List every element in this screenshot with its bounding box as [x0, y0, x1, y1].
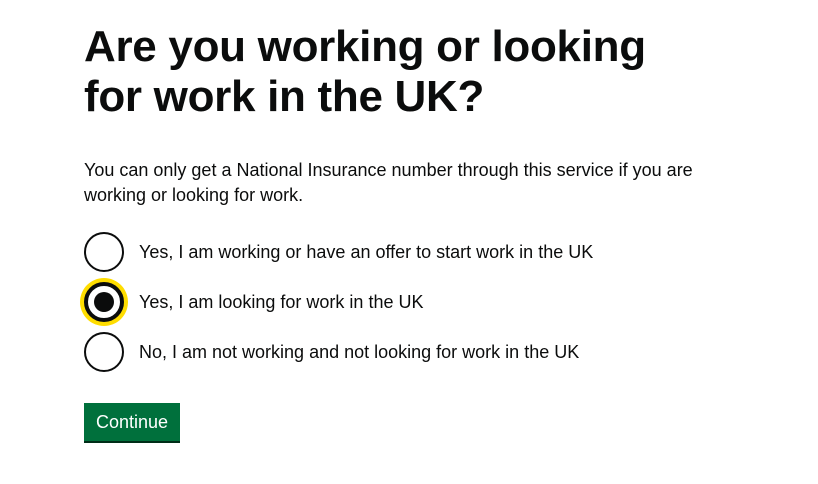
radio-label-not-working[interactable]: No, I am not working and not looking for…: [139, 340, 579, 365]
page-title: Are you working or looking for work in t…: [84, 22, 646, 121]
radio-option-not-working[interactable]: No, I am not working and not looking for…: [84, 332, 593, 372]
question-hint: You can only get a National Insurance nu…: [84, 160, 693, 205]
radio-option-working[interactable]: Yes, I am working or have an offer to st…: [84, 232, 593, 272]
radio-button-looking-for-work[interactable]: [84, 282, 124, 322]
radio-button-working[interactable]: [84, 232, 124, 272]
radio-option-looking-for-work[interactable]: Yes, I am looking for work in the UK: [84, 282, 593, 322]
question-page: Are you working or looking for work in t…: [84, 22, 784, 441]
work-status-radio-group: Yes, I am working or have an offer to st…: [84, 232, 593, 382]
radio-label-looking-for-work[interactable]: Yes, I am looking for work in the UK: [139, 290, 423, 315]
radio-button-not-working[interactable]: [84, 332, 124, 372]
radio-label-working[interactable]: Yes, I am working or have an offer to st…: [139, 240, 593, 265]
continue-button[interactable]: Continue: [84, 403, 181, 441]
